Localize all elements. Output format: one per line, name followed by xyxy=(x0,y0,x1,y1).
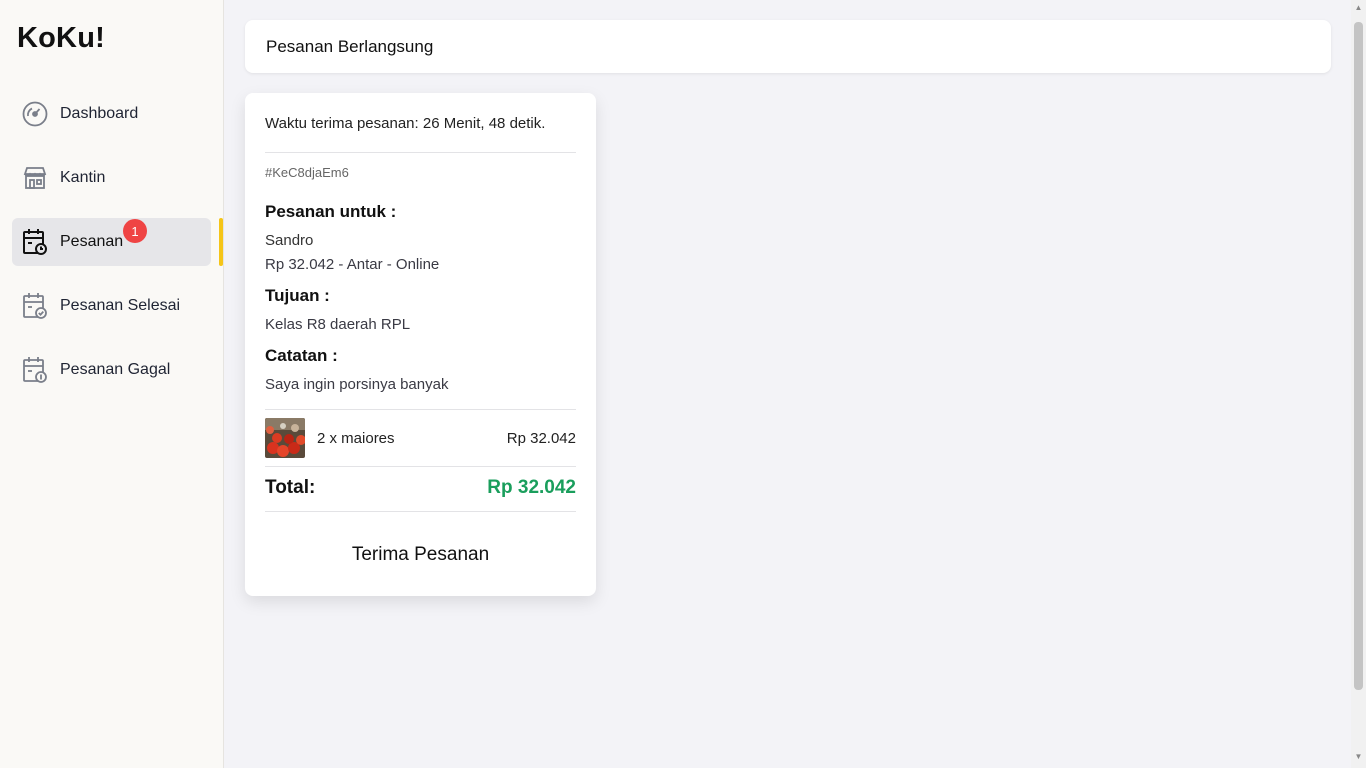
sidebar-item-dashboard[interactable]: Dashboard xyxy=(12,90,211,138)
sidebar-item-label: Dashboard xyxy=(60,105,139,122)
order-for-label: Pesanan untuk : xyxy=(265,202,397,221)
sidebar-item-pesanan[interactable]: Pesanan 1 xyxy=(12,218,223,266)
active-indicator xyxy=(219,218,223,266)
total-value: Rp 32.042 xyxy=(487,477,576,498)
sidebar-item-pesanan-gagal[interactable]: Pesanan Gagal xyxy=(12,346,211,394)
dashboard-gauge-icon xyxy=(22,101,48,127)
divider xyxy=(265,466,576,467)
accept-timer-value: Waktu terima pesanan: 26 Menit, 48 detik… xyxy=(265,115,546,132)
scrollbar-thumb[interactable] xyxy=(1354,22,1363,690)
sidebar-item-pesanan-selesai[interactable]: Pesanan Selesai xyxy=(12,282,211,330)
note-label: Catatan : xyxy=(265,346,338,365)
divider xyxy=(265,409,576,410)
order-item-row: 2 x maiores Rp 32.042 xyxy=(265,418,576,458)
food-thumbnail xyxy=(265,418,305,458)
divider xyxy=(265,152,576,153)
store-icon xyxy=(22,165,48,191)
scroll-up-icon[interactable]: ▲ xyxy=(1354,3,1363,12)
page-title: Pesanan Berlangsung xyxy=(266,36,434,56)
divider xyxy=(265,511,576,512)
destination-value: Kelas R8 daerah RPL xyxy=(265,316,411,333)
sidebar-item-kantin[interactable]: Kantin xyxy=(12,154,211,202)
scroll-down-icon[interactable]: ▼ xyxy=(1354,752,1363,761)
sidebar-item-label: Pesanan xyxy=(60,233,124,250)
calendar-check-icon xyxy=(22,293,48,319)
item-qty-name: 2 x maiores xyxy=(317,429,395,447)
note-value: Saya ingin porsinya banyak xyxy=(265,376,449,393)
customer-name: Sandro xyxy=(265,232,314,249)
accept-order-button[interactable]: Terima Pesanan xyxy=(265,533,576,577)
calendar-clock-icon xyxy=(22,229,48,255)
destination-label: Tujuan : xyxy=(265,286,330,305)
accept-timer-text: Waktu terima pesanan: 26 Menit, 48 detik… xyxy=(265,115,576,132)
order-summary: Rp 32.042 - Antar - Online xyxy=(265,256,440,273)
total-row: Total: Rp 32.042 xyxy=(265,477,576,499)
app-logo[interactable]: KoKu! xyxy=(17,22,105,55)
notification-badge: 1 xyxy=(123,219,147,243)
calendar-alert-icon xyxy=(22,357,48,383)
order-id: #KeC8djaEm6 xyxy=(265,165,349,180)
order-card: Waktu terima pesanan: 26 Menit, 48 detik… xyxy=(245,93,596,596)
vertical-scrollbar[interactable]: ▲ ▼ xyxy=(1351,0,1366,768)
sidebar-item-label: Pesanan Selesai xyxy=(60,297,181,314)
page-header: Pesanan Berlangsung xyxy=(245,20,1331,73)
total-label: Total: xyxy=(265,477,316,498)
item-price: Rp 32.042 xyxy=(506,429,576,447)
sidebar-nav: Dashboard Kantin Pesanan 1 Pesanan Seles… xyxy=(12,90,224,410)
sidebar-item-label: Pesanan Gagal xyxy=(60,361,171,378)
sidebar: KoKu! Dashboard Kantin Pesanan 1 Pesanan… xyxy=(0,0,224,768)
sidebar-item-label: Kantin xyxy=(60,169,106,186)
